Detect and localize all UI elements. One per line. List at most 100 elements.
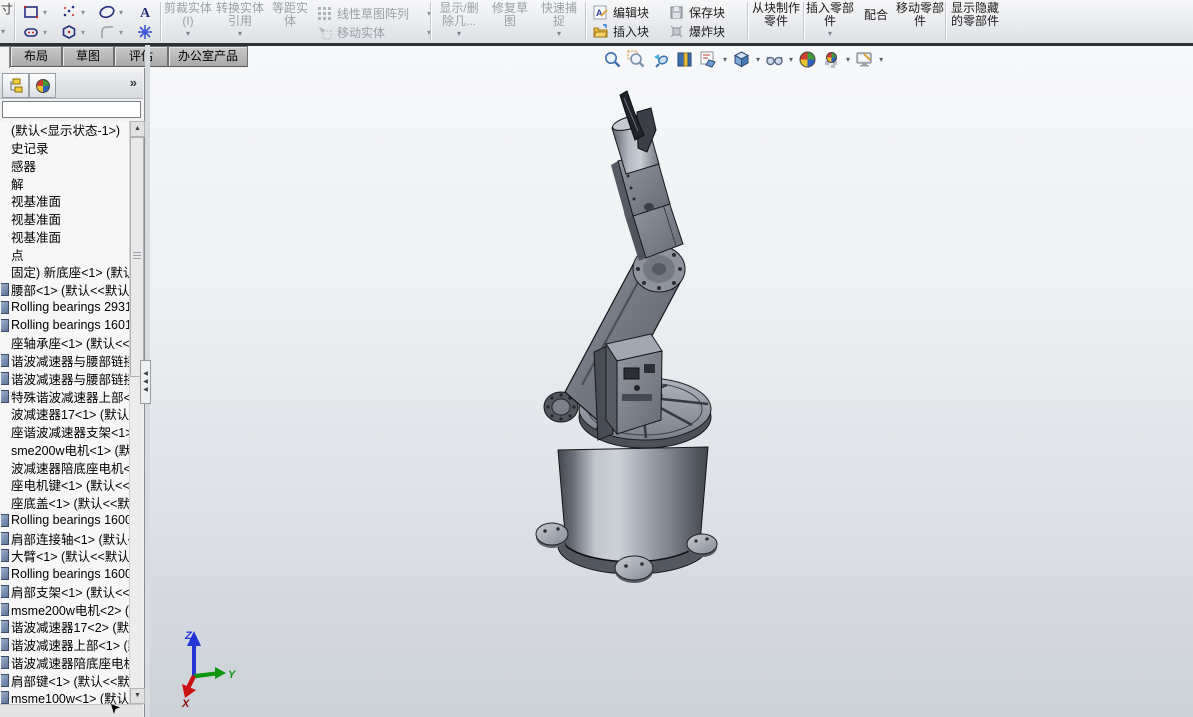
feature-tree-item[interactable]: 谐波减速器与腰部链接 [0, 352, 130, 370]
construction-star-tool-icon[interactable] [136, 23, 154, 41]
dropdown-arrow-icon[interactable]: ▾ [846, 55, 850, 64]
tab-layout[interactable]: 布局 [10, 46, 62, 67]
dropdown-arrow-icon[interactable]: ▾ [215, 30, 265, 38]
make-part-from-block-button[interactable]: 从块制作零件 [751, 2, 801, 28]
convert-entities-button[interactable]: 转换实体引用 ▾ [215, 2, 265, 38]
zoom-to-area-button[interactable] [626, 49, 647, 70]
feature-tree-item[interactable]: 视基准面 [0, 228, 130, 246]
feature-tree-item[interactable]: 感器 [0, 157, 130, 175]
polygon-tool-icon[interactable] [60, 23, 78, 41]
quick-snaps-button[interactable]: 快速捕捉 ▾ [536, 2, 582, 38]
feature-tree-item[interactable]: 肩部连接轴<1> (默认< [0, 529, 130, 547]
slot-tool-icon[interactable] [22, 23, 40, 41]
dropdown-arrow-icon[interactable]: ▾ [536, 30, 582, 38]
rectangle-tool-icon[interactable] [22, 3, 40, 21]
dropdown-arrow-icon[interactable]: ▾ [81, 28, 85, 37]
feature-tree-item[interactable]: Rolling bearings 1600 [0, 512, 130, 530]
feature-tree-item[interactable]: 腰部<1> (默认<<默认 [0, 281, 130, 299]
dropdown-arrow-icon[interactable]: ▾ [119, 28, 123, 37]
edit-block-button[interactable]: A 编辑块 [592, 4, 649, 21]
display-manager-tab-button[interactable] [29, 73, 56, 98]
trim-entities-button[interactable]: 剪裁实体(I) ▾ [163, 2, 213, 38]
point-pattern-tool-icon[interactable] [60, 3, 78, 21]
explode-block-button[interactable]: 爆炸块 [668, 23, 725, 40]
zoom-to-fit-button[interactable] [602, 49, 623, 70]
mate-button[interactable]: 配合 [856, 9, 896, 22]
section-view-button[interactable] [674, 49, 695, 70]
dropdown-arrow-icon[interactable]: ▾ [43, 8, 47, 17]
text-tool-icon[interactable]: A [136, 3, 154, 21]
feature-tree-item[interactable]: 座底盖<1> (默认<<默 [0, 494, 130, 512]
feature-tree-item[interactable]: Rolling bearings 1600 [0, 565, 130, 583]
tab-office-products[interactable]: 办公室产品 [168, 46, 248, 67]
dropdown-arrow-icon[interactable]: ▾ [434, 30, 484, 38]
panel-expand-button[interactable]: » [130, 75, 137, 90]
dropdown-arrow-icon[interactable]: ▾ [81, 8, 85, 17]
dropdown-arrow-icon[interactable]: ▾ [1, 27, 14, 36]
feature-tree-item[interactable]: 肩部键<1> (默认<<默 [0, 671, 130, 689]
feature-tree-item[interactable]: 谐波减速器陪底座电机 [0, 654, 130, 672]
tab-partial-active[interactable] [0, 46, 10, 69]
filter-input[interactable] [2, 101, 141, 118]
show-hidden-components-button[interactable]: 显示隐藏的零部件 [949, 2, 1001, 28]
feature-tree-item[interactable]: 大臂<1> (默认<<默认 [0, 547, 130, 565]
feature-tree[interactable]: (默认<显示状态-1>) 史记录 感器 解 视基准面 [0, 121, 130, 704]
edit-appearance-button[interactable] [797, 49, 818, 70]
feature-tree-item[interactable]: 波减速器陪底座电机<2 [0, 458, 130, 476]
ellipse-tool-icon[interactable] [98, 3, 116, 21]
view-settings-button[interactable] [854, 49, 875, 70]
tab-sketch[interactable]: 草图 [62, 46, 114, 67]
feature-tree-item[interactable]: 视基准面 [0, 210, 130, 228]
tab-evaluate[interactable]: 评估 [114, 46, 168, 67]
dropdown-arrow-icon[interactable]: ▾ [789, 55, 793, 64]
smart-dimension-button-partial[interactable]: 寸 ▾ [0, 0, 14, 43]
insert-component-button[interactable]: 插入零部件 ▾ [806, 2, 854, 38]
dropdown-arrow-icon[interactable]: ▾ [163, 30, 213, 38]
hide-show-items-button[interactable] [764, 49, 785, 70]
feature-tree-item[interactable]: 谐波减速器与腰部链接 [0, 370, 130, 388]
feature-tree-item[interactable]: 谐波减速器上部<1> (默 [0, 636, 130, 654]
dropdown-arrow-icon[interactable]: ▾ [879, 55, 883, 64]
feature-tree-item[interactable]: sme200w电机<1> (默 [0, 441, 130, 459]
feature-tree-item[interactable]: Rolling bearings 2931 [0, 299, 130, 317]
feature-tree-item[interactable]: 固定) 新底座<1> (默认< [0, 263, 130, 281]
insert-block-button[interactable]: 插入块 [592, 23, 649, 40]
feature-tree-item[interactable]: msme100w<1> (默认 [0, 689, 130, 704]
feature-tree-item[interactable]: msme200w电机<2> ( [0, 600, 130, 618]
display-delete-relations-button[interactable]: 显示/删除几... ▾ [434, 2, 484, 38]
feature-tree-item[interactable]: 座电机键<1> (默认<< [0, 476, 130, 494]
tree-vertical-scrollbar[interactable]: ▲ ▼ [129, 121, 143, 704]
dropdown-arrow-icon[interactable]: ▾ [723, 55, 727, 64]
feature-tree-item[interactable]: 谐波减速器17<2> (默 [0, 618, 130, 636]
scrollbar-thumb[interactable] [130, 137, 144, 377]
offset-entities-button[interactable]: 等距实体 [267, 2, 313, 28]
panel-collapse-handle[interactable]: ◀ ◀ ◀ [140, 360, 151, 404]
dropdown-arrow-icon[interactable]: ▾ [43, 28, 47, 37]
repair-sketch-button[interactable]: 修复草图 [487, 2, 533, 28]
feature-tree-item[interactable]: 点 [0, 245, 130, 263]
feature-tree-item[interactable]: 解 [0, 174, 130, 192]
feature-tree-item[interactable]: (默认<显示状态-1>) [0, 121, 130, 139]
move-entities-button[interactable]: 移动实体 ▾ [316, 24, 431, 41]
graphics-viewport[interactable] [150, 45, 1193, 717]
view-orientation-button[interactable] [698, 49, 719, 70]
feature-tree-item[interactable]: 座轴承座<1> (默认<< [0, 334, 130, 352]
save-block-button[interactable]: 保存块 [668, 4, 725, 21]
feature-tree-item[interactable]: Rolling bearings 1601 [0, 316, 130, 334]
dropdown-arrow-icon[interactable]: ▾ [806, 30, 854, 38]
dropdown-arrow-icon[interactable]: ▾ [756, 55, 760, 64]
feature-tree-item[interactable]: 座谐波减速器支架<1> ( [0, 423, 130, 441]
feature-tree-item[interactable]: 视基准面 [0, 192, 130, 210]
feature-manager-tab-button[interactable] [2, 73, 29, 98]
scroll-down-button[interactable]: ▼ [130, 688, 145, 704]
display-style-button[interactable] [731, 49, 752, 70]
previous-view-button[interactable] [650, 49, 671, 70]
scroll-up-button[interactable]: ▲ [130, 121, 145, 137]
feature-tree-item[interactable]: 波减速器17<1> (默认< [0, 405, 130, 423]
linear-sketch-pattern-button[interactable]: 线性草图阵列 ▾ [316, 5, 431, 22]
fillet-tool-icon[interactable] [98, 23, 116, 41]
move-component-button[interactable]: 移动零部件 [896, 2, 944, 28]
dropdown-arrow-icon[interactable]: ▾ [119, 8, 123, 17]
apply-scene-button[interactable] [821, 49, 842, 70]
feature-tree-item[interactable]: 肩部支架<1> (默认<< [0, 583, 130, 601]
